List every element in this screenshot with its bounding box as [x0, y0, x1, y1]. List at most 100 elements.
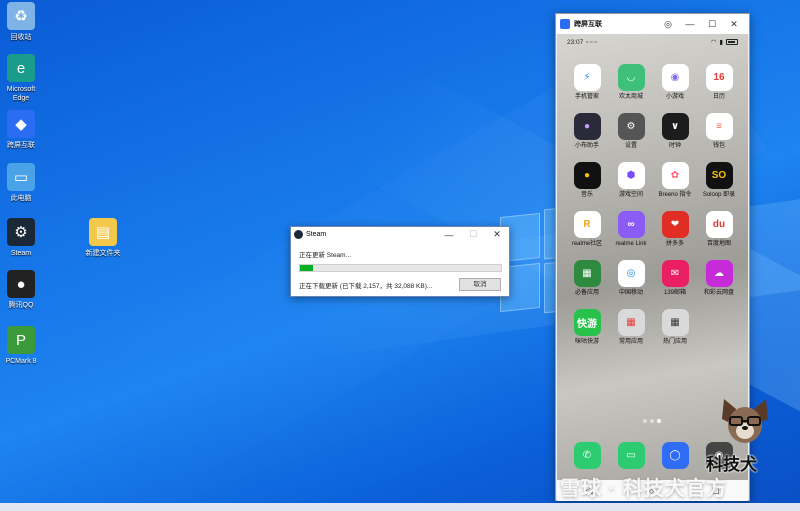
app-clock[interactable]: ∨ 时钟	[653, 113, 697, 150]
app-label: 小游戏	[665, 94, 684, 100]
app-label: 欢太商城	[618, 94, 643, 100]
app-label: 时钟	[668, 143, 681, 149]
page-dot	[650, 419, 654, 423]
dock-app-browser[interactable]: ◯	[653, 442, 697, 472]
assistant-icon: ●	[573, 113, 601, 140]
phone-manager-icon: ⚡	[573, 64, 601, 91]
app-phone-manager[interactable]: ⚡ 手机管家	[565, 64, 609, 101]
minimize-button[interactable]: —	[437, 230, 461, 240]
maximize-button[interactable]: ☐	[461, 229, 485, 240]
app-label: Breeno 指令	[658, 192, 692, 198]
recycle-bin-icon: ♻	[7, 2, 35, 30]
cancel-button[interactable]: 取消	[459, 278, 501, 291]
app-essential-apps[interactable]: ▦ 必备应用	[565, 260, 609, 297]
app-music[interactable]: ● 音乐	[565, 162, 609, 199]
phone-icon: ✆	[573, 442, 601, 469]
baidu-map-icon: du	[705, 211, 733, 238]
desktop-icon-label: 腾讯QQ	[8, 302, 34, 309]
app-realme-link[interactable]: ∞ realme Link	[609, 211, 653, 248]
taskbar[interactable]	[0, 503, 800, 511]
139-mail-icon: ✉	[661, 260, 689, 287]
app-migu-games[interactable]: 快游 咪咕快游	[565, 309, 609, 346]
app-label: Soloop 即录	[702, 192, 736, 198]
app-assistant[interactable]: ● 小布助手	[565, 113, 609, 150]
desktop-icon-label: 此电脑	[10, 195, 32, 202]
cloud-drive-icon: ☁	[705, 260, 733, 287]
app-label: 手机管家	[574, 94, 599, 100]
app-label: 设置	[624, 143, 637, 149]
calendar-icon: 16	[705, 64, 733, 91]
update-message: 正在更新 Steam...	[299, 252, 352, 259]
signal-icon: ▮	[719, 39, 723, 46]
pcmark-icon: P	[7, 326, 35, 354]
dialog-titlebar[interactable]: Steam — ☐ ✕	[291, 227, 509, 242]
dock-app-messages[interactable]: ▭	[609, 442, 653, 472]
app-common-apps[interactable]: ▦ 常用应用	[609, 309, 653, 346]
close-button[interactable]: ✕	[485, 229, 509, 240]
settings-icon: ⚙	[617, 113, 645, 140]
app-label: 游戏空间	[618, 192, 643, 198]
dog-mascot-watermark	[722, 399, 768, 443]
app-china-mobile[interactable]: ◎ 中国移动	[609, 260, 653, 297]
app-settings[interactable]: ⚙ 设置	[609, 113, 653, 150]
desktop-icon-steam[interactable]: ⚙ Steam	[0, 218, 44, 258]
steam-icon: ⚙	[7, 218, 35, 246]
game-space-icon: ⬢	[617, 162, 645, 189]
download-status: 正在下载更新 (已下载 2,157，共 32,088 KB)...	[299, 282, 433, 290]
app-soloop[interactable]: SO Soloop 即录	[697, 162, 741, 199]
dialog-title: Steam	[306, 231, 327, 238]
app-label: 中国移动	[618, 290, 643, 296]
desktop-icon-this-pc[interactable]: ▭ 此电脑	[0, 163, 44, 203]
desktop-icon-label: 新建文件夹	[85, 250, 121, 257]
app-label: 和彩云网盘	[703, 290, 734, 296]
desktop-icon-recycle-bin[interactable]: ♻ 回收站	[0, 2, 44, 42]
minimize-button[interactable]: —	[679, 19, 701, 29]
page-dot-active	[657, 419, 661, 423]
folder-icon: ▤	[89, 218, 117, 246]
desktop-icon-cross-screen[interactable]: ◆ 跨屏互联	[0, 110, 44, 150]
desktop-icon-pcmark[interactable]: P PCMark 8	[0, 326, 44, 366]
essential-apps-icon: ▦	[573, 260, 601, 287]
phone-window-title: 跨屏互联	[574, 21, 602, 28]
desktop-icon-new-folder[interactable]: ▤ 新建文件夹	[80, 218, 126, 258]
app-mini-games[interactable]: ◉ 小游戏	[653, 64, 697, 101]
dock-app-phone[interactable]: ✆	[565, 442, 609, 472]
app-label: 咪咕快游	[574, 339, 599, 345]
clock-icon: ∨	[661, 113, 689, 140]
app-baidu-map[interactable]: du 百度地图	[697, 211, 741, 248]
maximize-button[interactable]: ☐	[701, 19, 723, 30]
realme-community-icon: R	[573, 211, 601, 238]
qq-icon: ●	[7, 270, 35, 298]
music-icon: ●	[573, 162, 601, 189]
app-pinduoduo[interactable]: ❤ 拼多多	[653, 211, 697, 248]
progress-fill	[300, 265, 314, 271]
wifi-icon: ◠	[710, 39, 717, 46]
app-cloud-drive[interactable]: ☁ 和彩云网盘	[697, 260, 741, 297]
store-icon: ◡	[617, 64, 645, 91]
app-calendar[interactable]: 16 日历	[697, 64, 741, 101]
app-grid: ⚡ 手机管家 ◡ 欢太商城 ◉ 小游戏 16 日历 ● 小布助手 ⚙ 设置 ∨ 时钟 ≡ 钱包 ● 音乐 ⬢ 游戏空间…	[565, 64, 741, 346]
desktop-icon-label: Microsoft Edge	[6, 86, 36, 102]
china-mobile-icon: ◎	[617, 260, 645, 287]
app-wallet[interactable]: ≡ 钱包	[697, 113, 741, 150]
app-hot-apps[interactable]: ▦ 热门应用	[653, 309, 697, 346]
browser-icon: ◯	[661, 442, 689, 469]
app-label: realme Link	[615, 241, 647, 247]
desktop-icon-label: PCMark 8	[5, 358, 37, 365]
desktop-icon-edge[interactable]: e Microsoft Edge	[0, 54, 44, 103]
edge-icon: e	[7, 54, 35, 82]
app-realme-community[interactable]: Rrealme社区	[565, 211, 609, 248]
phone-window-titlebar[interactable]: 跨屏互联 ◎ — ☐ ✕	[556, 14, 749, 34]
app-store[interactable]: ◡ 欢太商城	[609, 64, 653, 101]
desktop-icon-qq[interactable]: ● 腾讯QQ	[0, 270, 44, 310]
close-button[interactable]: ✕	[723, 19, 745, 30]
app-139-mail[interactable]: ✉ 139邮箱	[653, 260, 697, 297]
steam-logo-icon	[294, 230, 303, 239]
phone-status-bar: 23:07 ▫ ▫ ▫ ◠ ▮	[557, 34, 748, 50]
settings-button[interactable]: ◎	[657, 19, 679, 30]
common-apps-icon: ▦	[617, 309, 645, 336]
computer-icon: ▭	[7, 163, 35, 191]
app-game-space[interactable]: ⬢ 游戏空间	[609, 162, 653, 199]
app-breeno[interactable]: ✿ Breeno 指令	[653, 162, 697, 199]
app-label: 日历	[712, 94, 725, 100]
